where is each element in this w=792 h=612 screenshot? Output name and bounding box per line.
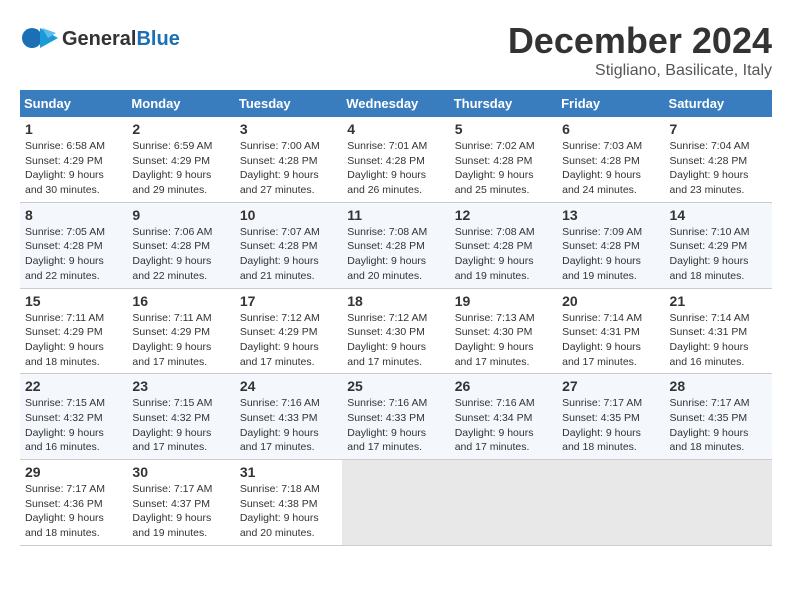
weekday-header-wednesday: Wednesday [342,90,449,117]
calendar-empty-cell [665,460,772,546]
month-title: December 2024 [508,20,772,62]
calendar-day-2: 2Sunrise: 6:59 AMSunset: 4:29 PMDaylight… [127,117,234,202]
weekday-header-saturday: Saturday [665,90,772,117]
weekday-header-monday: Monday [127,90,234,117]
logo-icon [20,20,58,58]
calendar-week-3: 15Sunrise: 7:11 AMSunset: 4:29 PMDayligh… [20,288,772,374]
logo-text: GeneralBlue [62,28,180,50]
calendar-empty-cell [342,460,449,546]
calendar-day-26: 26Sunrise: 7:16 AMSunset: 4:34 PMDayligh… [450,374,557,460]
calendar-day-27: 27Sunrise: 7:17 AMSunset: 4:35 PMDayligh… [557,374,664,460]
calendar-empty-cell [557,460,664,546]
calendar-day-4: 4Sunrise: 7:01 AMSunset: 4:28 PMDaylight… [342,117,449,202]
calendar-day-21: 21Sunrise: 7:14 AMSunset: 4:31 PMDayligh… [665,288,772,374]
weekday-header-row: SundayMondayTuesdayWednesdayThursdayFrid… [20,90,772,117]
calendar-week-5: 29Sunrise: 7:17 AMSunset: 4:36 PMDayligh… [20,460,772,546]
weekday-header-sunday: Sunday [20,90,127,117]
calendar-week-1: 1Sunrise: 6:58 AMSunset: 4:29 PMDaylight… [20,117,772,202]
calendar-day-12: 12Sunrise: 7:08 AMSunset: 4:28 PMDayligh… [450,202,557,288]
logo-blue-text: Blue [136,28,179,50]
weekday-header-tuesday: Tuesday [235,90,342,117]
calendar-day-18: 18Sunrise: 7:12 AMSunset: 4:30 PMDayligh… [342,288,449,374]
calendar-day-1: 1Sunrise: 6:58 AMSunset: 4:29 PMDaylight… [20,117,127,202]
title-block: December 2024 Stigliano, Basilicate, Ita… [508,20,772,80]
calendar-day-10: 10Sunrise: 7:07 AMSunset: 4:28 PMDayligh… [235,202,342,288]
calendar-day-7: 7Sunrise: 7:04 AMSunset: 4:28 PMDaylight… [665,117,772,202]
page-header: GeneralBlue December 2024 Stigliano, Bas… [20,20,772,80]
logo: GeneralBlue [20,20,180,58]
calendar-empty-cell [450,460,557,546]
location-subtitle: Stigliano, Basilicate, Italy [508,62,772,80]
calendar-day-24: 24Sunrise: 7:16 AMSunset: 4:33 PMDayligh… [235,374,342,460]
calendar-day-25: 25Sunrise: 7:16 AMSunset: 4:33 PMDayligh… [342,374,449,460]
calendar-day-23: 23Sunrise: 7:15 AMSunset: 4:32 PMDayligh… [127,374,234,460]
calendar-day-3: 3Sunrise: 7:00 AMSunset: 4:28 PMDaylight… [235,117,342,202]
calendar-table: SundayMondayTuesdayWednesdayThursdayFrid… [20,90,772,546]
calendar-day-13: 13Sunrise: 7:09 AMSunset: 4:28 PMDayligh… [557,202,664,288]
calendar-day-28: 28Sunrise: 7:17 AMSunset: 4:35 PMDayligh… [665,374,772,460]
calendar-day-16: 16Sunrise: 7:11 AMSunset: 4:29 PMDayligh… [127,288,234,374]
calendar-day-31: 31Sunrise: 7:18 AMSunset: 4:38 PMDayligh… [235,460,342,546]
calendar-day-11: 11Sunrise: 7:08 AMSunset: 4:28 PMDayligh… [342,202,449,288]
calendar-day-8: 8Sunrise: 7:05 AMSunset: 4:28 PMDaylight… [20,202,127,288]
calendar-week-2: 8Sunrise: 7:05 AMSunset: 4:28 PMDaylight… [20,202,772,288]
calendar-day-17: 17Sunrise: 7:12 AMSunset: 4:29 PMDayligh… [235,288,342,374]
calendar-day-15: 15Sunrise: 7:11 AMSunset: 4:29 PMDayligh… [20,288,127,374]
calendar-day-14: 14Sunrise: 7:10 AMSunset: 4:29 PMDayligh… [665,202,772,288]
calendar-day-6: 6Sunrise: 7:03 AMSunset: 4:28 PMDaylight… [557,117,664,202]
weekday-header-friday: Friday [557,90,664,117]
calendar-day-29: 29Sunrise: 7:17 AMSunset: 4:36 PMDayligh… [20,460,127,546]
calendar-day-19: 19Sunrise: 7:13 AMSunset: 4:30 PMDayligh… [450,288,557,374]
logo-general: General [62,28,136,50]
calendar-week-4: 22Sunrise: 7:15 AMSunset: 4:32 PMDayligh… [20,374,772,460]
weekday-header-thursday: Thursday [450,90,557,117]
calendar-day-5: 5Sunrise: 7:02 AMSunset: 4:28 PMDaylight… [450,117,557,202]
calendar-day-22: 22Sunrise: 7:15 AMSunset: 4:32 PMDayligh… [20,374,127,460]
calendar-day-30: 30Sunrise: 7:17 AMSunset: 4:37 PMDayligh… [127,460,234,546]
calendar-day-20: 20Sunrise: 7:14 AMSunset: 4:31 PMDayligh… [557,288,664,374]
calendar-day-9: 9Sunrise: 7:06 AMSunset: 4:28 PMDaylight… [127,202,234,288]
